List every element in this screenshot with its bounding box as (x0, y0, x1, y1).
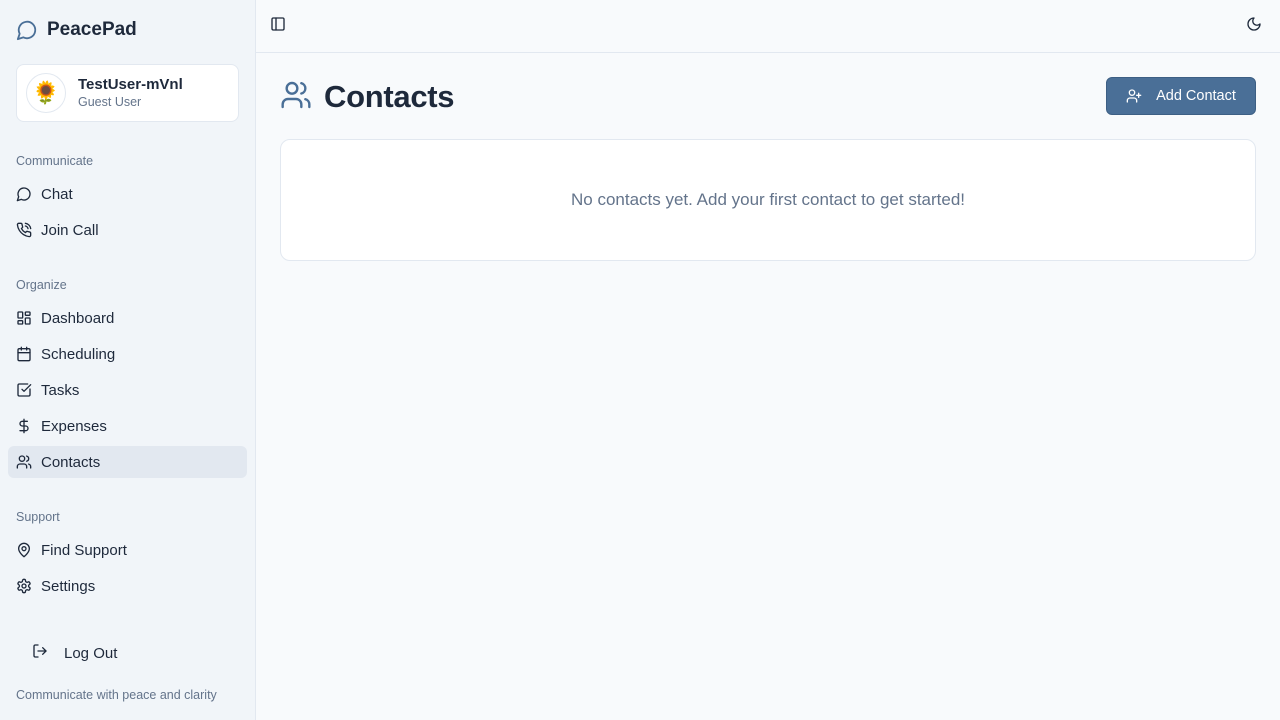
empty-state-card: No contacts yet. Add your first contact … (280, 139, 1256, 261)
user-plus-icon (1126, 88, 1142, 104)
add-contact-button[interactable]: Add Contact (1106, 77, 1256, 115)
sidebar-item-label: Join Call (41, 221, 99, 239)
sidebar-item-expenses[interactable]: Expenses (8, 410, 247, 442)
sidebar-item-label: Scheduling (41, 345, 116, 363)
avatar: 🌻 (26, 73, 66, 113)
tagline: Communicate with peace and clarity (16, 688, 217, 702)
moon-icon (1246, 16, 1262, 37)
logout-button[interactable]: Log Out (24, 637, 117, 669)
log-out-icon (32, 643, 48, 663)
sidebar-item-contacts[interactable]: Contacts (8, 446, 247, 478)
brand[interactable]: PeacePad (16, 18, 137, 42)
sidebar-item-scheduling[interactable]: Scheduling (8, 338, 247, 370)
theme-toggle-button[interactable] (1244, 16, 1264, 36)
calendar-icon (16, 346, 32, 362)
user-card[interactable]: 🌻 TestUser-mVnl Guest User (16, 64, 239, 122)
sidebar-item-chat[interactable]: Chat (8, 178, 247, 210)
section-title-organize: Organize (16, 278, 67, 292)
users-icon (280, 79, 312, 116)
section-title-support: Support (16, 510, 60, 524)
sidebar-item-settings[interactable]: Settings (8, 570, 247, 602)
user-name: TestUser-mVnl (78, 75, 183, 93)
sidebar: PeacePad 🌻 TestUser-mVnl Guest User Comm… (0, 0, 256, 720)
user-role: Guest User (78, 94, 142, 109)
section-title-communicate: Communicate (16, 154, 94, 168)
phone-call-icon (16, 222, 32, 238)
panel-left-icon (270, 16, 286, 37)
page-header: Contacts (280, 78, 455, 116)
sidebar-item-label: Find Support (41, 541, 127, 559)
sidebar-item-label: Expenses (41, 417, 107, 435)
layout-dashboard-icon (16, 310, 32, 326)
sidebar-item-tasks[interactable]: Tasks (8, 374, 247, 406)
add-contact-label: Add Contact (1156, 88, 1236, 104)
sidebar-item-find-support[interactable]: Find Support (8, 534, 247, 566)
sidebar-toggle-button[interactable] (268, 16, 288, 36)
sidebar-item-join-call[interactable]: Join Call (8, 214, 247, 246)
page-title: Contacts (324, 79, 455, 114)
sidebar-item-label: Contacts (41, 453, 101, 471)
app-name: PeacePad (47, 19, 137, 40)
dollar-sign-icon (16, 418, 32, 434)
sidebar-item-label: Tasks (41, 381, 80, 399)
empty-state-message: No contacts yet. Add your first contact … (570, 190, 966, 209)
settings-icon (16, 578, 32, 594)
users-icon (16, 454, 32, 470)
topbar (256, 0, 1280, 53)
sidebar-item-label: Chat (41, 185, 73, 203)
message-circle-icon (16, 186, 32, 202)
sidebar-item-label: Dashboard (41, 309, 115, 327)
map-pin-icon (16, 542, 32, 558)
sidebar-item-dashboard[interactable]: Dashboard (8, 302, 247, 334)
logout-label: Log Out (64, 644, 118, 662)
check-square-icon (16, 382, 32, 398)
sidebar-item-label: Settings (41, 577, 96, 595)
message-circle-logo-icon (16, 19, 38, 41)
